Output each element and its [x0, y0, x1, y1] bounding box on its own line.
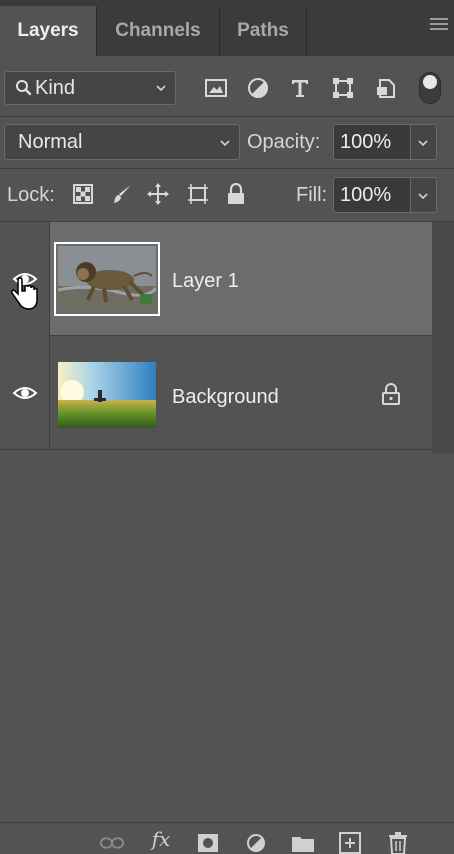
layer-name[interactable]: Layer 1: [172, 270, 239, 293]
filter-toggle-switch[interactable]: [419, 72, 441, 104]
divider: [0, 168, 454, 169]
opacity-dropdown-button[interactable]: [411, 124, 437, 160]
landscape-thumbnail: [58, 362, 156, 428]
image-filter-icon[interactable]: [202, 74, 230, 102]
chevron-down-icon: [220, 140, 230, 147]
opacity-input[interactable]: 100%: [333, 124, 411, 160]
delete-layer-icon[interactable]: [386, 832, 410, 854]
lock-all-icon[interactable]: [222, 180, 250, 208]
new-group-icon[interactable]: [291, 832, 315, 854]
lock-image-pixels-icon[interactable]: [108, 180, 136, 208]
tab-channels[interactable]: Channels: [97, 6, 219, 56]
filter-kind-label: Kind: [35, 76, 76, 99]
layers-list: Layer 1 Background: [0, 222, 454, 822]
toggle-knob: [423, 75, 437, 89]
layer-row-layer-1[interactable]: Layer 1: [0, 222, 432, 336]
lock-transparent-pixels-icon[interactable]: [69, 180, 97, 208]
adjustment-layer-icon[interactable]: [244, 832, 268, 854]
opacity-label: Opacity:: [247, 131, 321, 153]
thumbnail-selection-border: [54, 242, 160, 316]
new-layer-icon[interactable]: [338, 832, 362, 854]
tab-layers[interactable]: Layers: [0, 6, 96, 56]
tab-paths[interactable]: Paths: [220, 6, 306, 56]
panel-menu-icon[interactable]: [430, 18, 448, 36]
chevron-down-icon: [418, 193, 428, 200]
visibility-toggle[interactable]: [0, 222, 50, 336]
chevron-down-icon: [418, 140, 428, 147]
smart-object-filter-icon[interactable]: [372, 74, 400, 102]
layer-lock-icon[interactable]: [381, 383, 401, 405]
lock-artboard-icon[interactable]: [184, 180, 212, 208]
hand-cursor-icon: [11, 277, 38, 310]
chevron-down-icon: [156, 85, 166, 92]
layer-name[interactable]: Background: [172, 386, 279, 409]
filter-kind-select[interactable]: Kind: [4, 71, 176, 105]
fill-input[interactable]: 100%: [333, 177, 411, 213]
tab-divider: [306, 6, 307, 56]
shape-filter-icon[interactable]: [329, 74, 357, 102]
fill-label: Fill:: [296, 184, 328, 206]
divider: [0, 116, 454, 117]
add-mask-icon[interactable]: [196, 832, 220, 854]
eye-icon: [12, 387, 38, 399]
lock-position-icon[interactable]: [144, 180, 172, 208]
search-icon: [16, 80, 32, 96]
blend-mode-select[interactable]: Normal: [4, 124, 240, 160]
fill-dropdown-button[interactable]: [411, 177, 437, 213]
layer-row-background[interactable]: Background: [0, 336, 432, 450]
fx-icon[interactable]: fx: [149, 827, 173, 851]
panel-tab-bar: Layers Channels Paths: [0, 0, 454, 56]
blend-mode-label: Normal: [18, 130, 83, 153]
adjustment-filter-icon[interactable]: [244, 74, 272, 102]
visibility-toggle[interactable]: [0, 336, 50, 450]
lock-label: Lock:: [7, 184, 55, 206]
type-filter-icon[interactable]: [286, 74, 314, 102]
layers-scrollbar[interactable]: [432, 222, 454, 454]
link-layers-icon[interactable]: [100, 832, 124, 854]
